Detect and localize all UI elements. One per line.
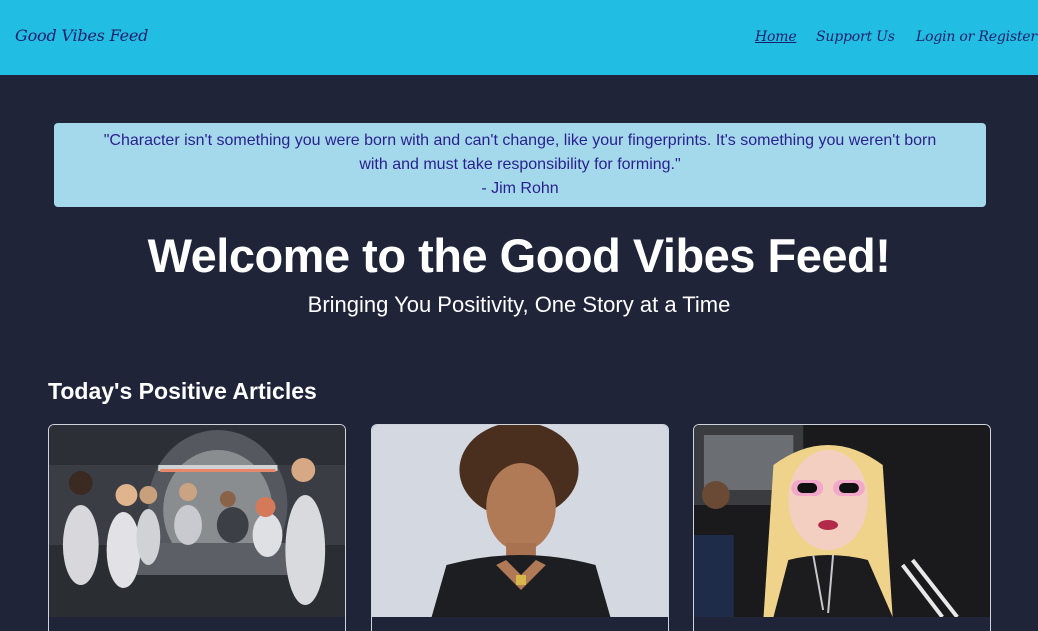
article-card[interactable] bbox=[371, 424, 669, 631]
brand-logo-link[interactable]: Good Vibes Feed bbox=[15, 26, 148, 45]
group-meeting-photo bbox=[49, 425, 345, 617]
article-card[interactable] bbox=[48, 424, 346, 631]
hero-subtitle: Bringing You Positivity, One Story at a … bbox=[307, 292, 731, 317]
navbar: Good Vibes Feed Home Support Us Login or… bbox=[0, 0, 1038, 75]
articles-heading: Today's Positive Articles bbox=[48, 378, 317, 404]
nav-support-link[interactable]: Support Us bbox=[816, 29, 895, 45]
quote-author: - Jim Rohn bbox=[481, 180, 559, 197]
nav-home-link[interactable]: Home bbox=[755, 29, 797, 45]
quote-banner: "Character isn't something you were born… bbox=[54, 123, 986, 207]
article-card[interactable] bbox=[693, 424, 991, 631]
singer-sunglasses-photo bbox=[694, 425, 990, 617]
hero-title: Welcome to the Good Vibes Feed! bbox=[147, 229, 891, 282]
woman-portrait-photo bbox=[372, 425, 668, 617]
quote-text: "Character isn't something you were born… bbox=[103, 132, 937, 173]
nav-login-link[interactable]: Login or Register bbox=[916, 29, 1037, 45]
